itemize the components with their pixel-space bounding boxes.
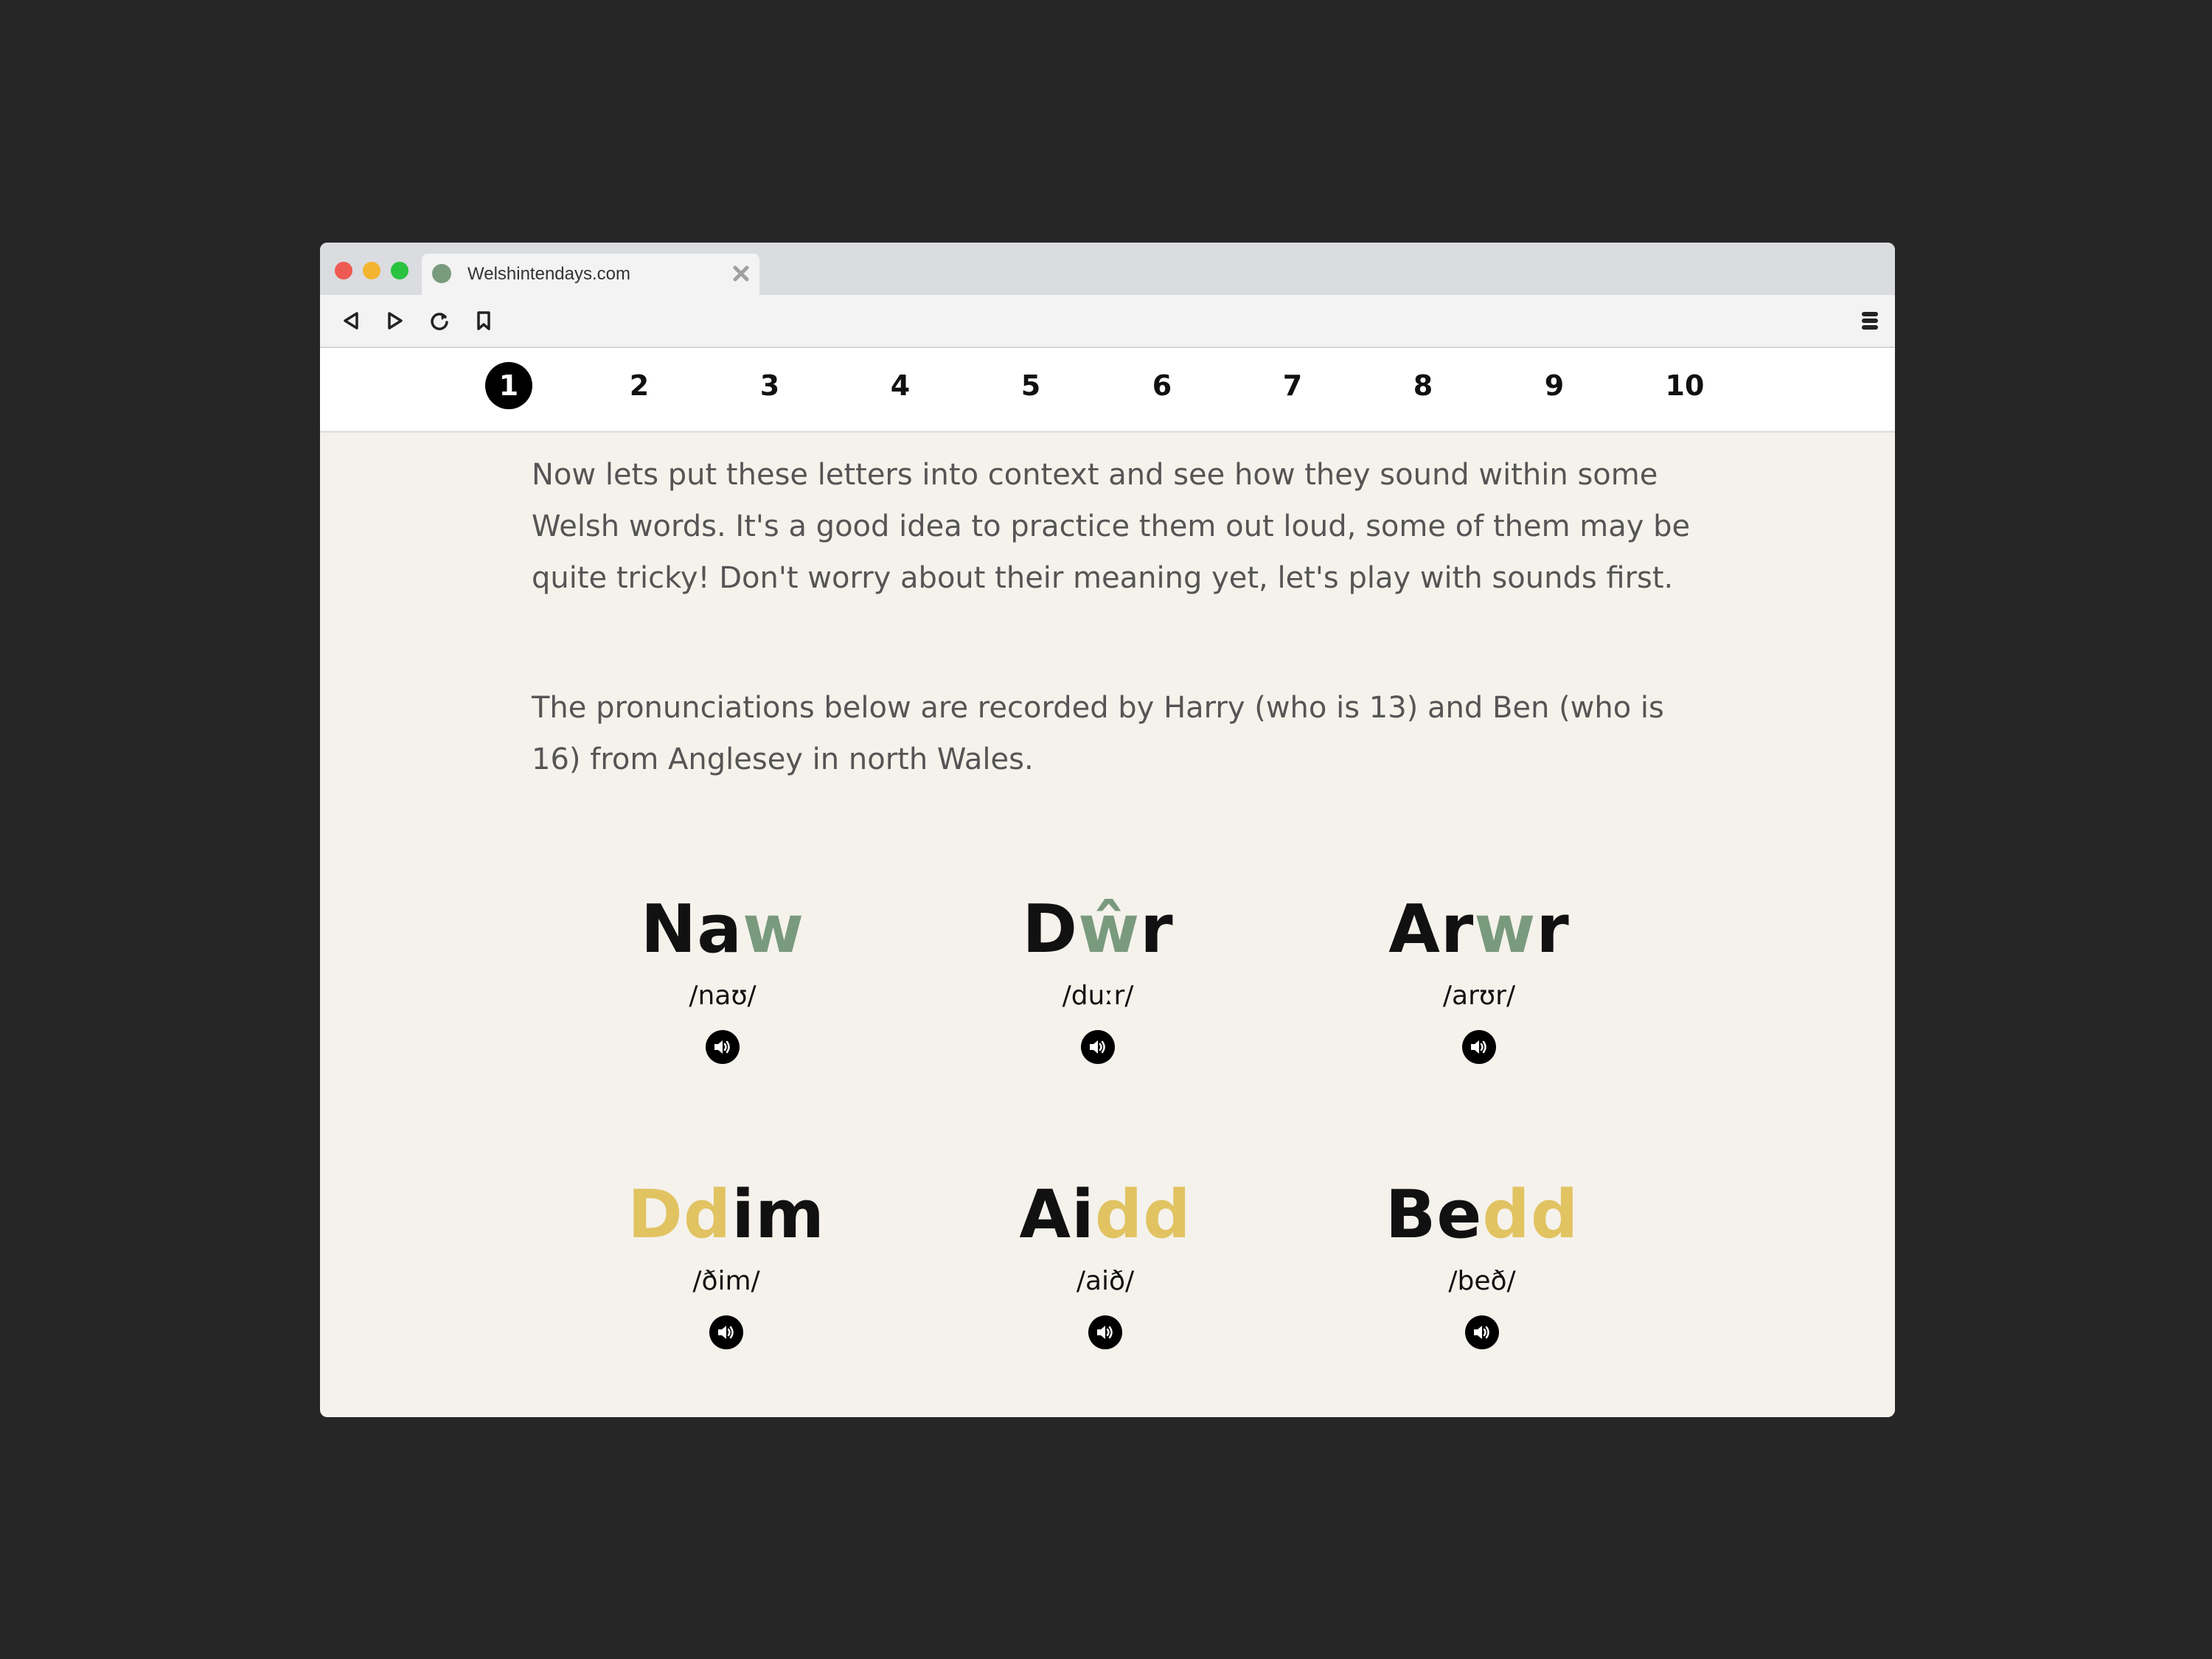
tab-title: Welshintendays.com bbox=[467, 264, 630, 284]
recording-credit-paragraph: The pronunciations below are recorded by… bbox=[532, 691, 1664, 776]
menu-icon[interactable] bbox=[1857, 306, 1883, 335]
page-1-button[interactable]: 1 bbox=[485, 362, 532, 409]
speaker-icon bbox=[714, 1040, 730, 1054]
page-3-button[interactable]: 3 bbox=[746, 362, 793, 409]
word-card-naw: Naw /naʊ/ bbox=[568, 893, 877, 1064]
welsh-word: Arwr bbox=[1388, 891, 1570, 968]
ipa-pronunciation: /arʊr/ bbox=[1442, 981, 1516, 1011]
word-card-dwr: Dŵr /duːr/ bbox=[943, 893, 1253, 1064]
reload-icon[interactable] bbox=[426, 307, 453, 334]
ipa-pronunciation: /aið/ bbox=[1076, 1266, 1135, 1296]
welsh-word: Dŵr bbox=[1022, 891, 1174, 968]
speaker-icon bbox=[718, 1326, 734, 1339]
browser-toolbar bbox=[320, 295, 1895, 348]
browser-tab[interactable]: Welshintendays.com bbox=[422, 254, 759, 295]
back-icon[interactable] bbox=[338, 307, 364, 334]
ipa-pronunciation: /naʊ/ bbox=[689, 981, 757, 1011]
welsh-word: Ddim bbox=[627, 1176, 825, 1253]
word-card-bedd: Bedd /beð/ bbox=[1327, 1178, 1637, 1349]
close-window-button[interactable] bbox=[335, 262, 352, 279]
play-sound-button[interactable] bbox=[709, 1315, 743, 1349]
word-card-aidd: Aidd /aið/ bbox=[950, 1178, 1260, 1349]
word-card-arwr: Arwr /arʊr/ bbox=[1324, 893, 1634, 1064]
welsh-word: Bedd bbox=[1385, 1176, 1579, 1253]
ipa-pronunciation: /duːr/ bbox=[1062, 981, 1134, 1011]
word-card-ddim: Ddim /ðim/ bbox=[571, 1178, 881, 1349]
page-navigation: 1 2 3 4 5 6 7 8 9 10 bbox=[320, 348, 1895, 433]
play-sound-button[interactable] bbox=[706, 1030, 740, 1064]
speaker-icon bbox=[1474, 1326, 1489, 1339]
play-sound-button[interactable] bbox=[1465, 1315, 1499, 1349]
speaker-icon bbox=[1471, 1040, 1486, 1054]
forward-icon[interactable] bbox=[382, 307, 408, 334]
welsh-word: Aidd bbox=[1019, 1176, 1192, 1253]
speaker-icon bbox=[1090, 1040, 1105, 1054]
play-sound-button[interactable] bbox=[1081, 1030, 1115, 1064]
speaker-icon bbox=[1097, 1326, 1113, 1339]
page-4-button[interactable]: 4 bbox=[877, 362, 924, 409]
ipa-pronunciation: /ðim/ bbox=[692, 1266, 760, 1296]
close-tab-icon[interactable] bbox=[728, 261, 754, 286]
page-6-button[interactable]: 6 bbox=[1138, 362, 1186, 409]
page-10-button[interactable]: 10 bbox=[1661, 362, 1708, 409]
play-sound-button[interactable] bbox=[1462, 1030, 1496, 1064]
bookmark-icon[interactable] bbox=[470, 307, 497, 334]
page-2-button[interactable]: 2 bbox=[616, 362, 663, 409]
page-8-button[interactable]: 8 bbox=[1399, 362, 1447, 409]
tab-bar: Welshintendays.com bbox=[320, 243, 1895, 295]
play-sound-button[interactable] bbox=[1088, 1315, 1122, 1349]
minimize-window-button[interactable] bbox=[363, 262, 380, 279]
welsh-word: Naw bbox=[640, 891, 805, 968]
intro-paragraph: Now lets put these letters into context … bbox=[532, 458, 1691, 595]
browser-window: Welshintendays.com 1 2 3 4 5 6 7 8 9 10 … bbox=[320, 243, 1895, 1417]
page-7-button[interactable]: 7 bbox=[1269, 362, 1316, 409]
page-5-button[interactable]: 5 bbox=[1007, 362, 1054, 409]
maximize-window-button[interactable] bbox=[391, 262, 408, 279]
page-9-button[interactable]: 9 bbox=[1531, 362, 1578, 409]
ipa-pronunciation: /beð/ bbox=[1448, 1266, 1516, 1296]
favicon-icon bbox=[432, 264, 451, 283]
